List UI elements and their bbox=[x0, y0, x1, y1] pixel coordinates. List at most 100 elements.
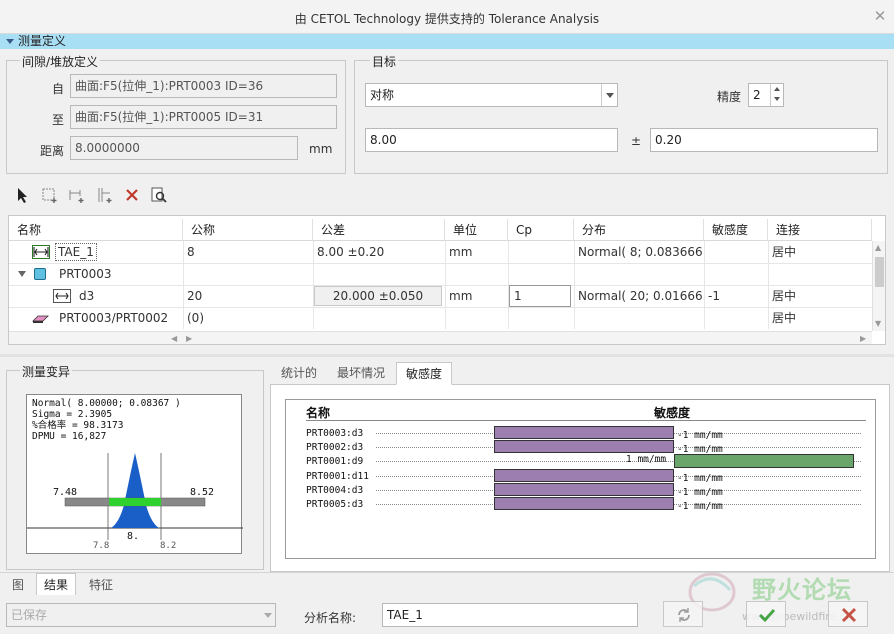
col-header-distribution[interactable]: 分布 bbox=[574, 219, 704, 241]
target-type-select[interactable]: 对称 bbox=[365, 83, 618, 107]
add-link-icon[interactable] bbox=[67, 185, 87, 205]
upper-limit-label: 8.52 bbox=[190, 487, 215, 498]
nominal-input[interactable]: 8.00 bbox=[365, 128, 618, 152]
col-header-cp[interactable]: Cp bbox=[508, 219, 574, 241]
tolerance-table: 名称 公称 公差 单位 Cp 分布 敏感度 连接 TAE_1 8 8.00 ±0… bbox=[8, 215, 886, 345]
precision-spin-buttons[interactable] bbox=[770, 84, 783, 106]
expand-arrow-icon[interactable] bbox=[18, 271, 26, 277]
add-stack-icon[interactable] bbox=[95, 185, 115, 205]
watermark-title: 野火论坛 bbox=[752, 576, 852, 604]
distance-label: 距离 bbox=[40, 144, 65, 158]
distance-field: 8.0000000 bbox=[70, 136, 298, 160]
row-sensitivity: -1 bbox=[708, 289, 720, 303]
select-arrow-icon[interactable] bbox=[13, 185, 33, 205]
precision-label: 精度 bbox=[717, 90, 742, 104]
table-row[interactable]: TAE_1 8 8.00 ±0.20 mm Normal( 8; 0.08366… bbox=[9, 241, 872, 263]
sensitivity-row-name: PRT0001:d11 bbox=[306, 470, 369, 482]
close-icon[interactable]: ✕ bbox=[872, 8, 888, 24]
ok-button[interactable] bbox=[746, 601, 786, 627]
tab-result[interactable]: 结果 bbox=[36, 573, 76, 595]
table-row[interactable]: PRT0003 bbox=[9, 263, 872, 285]
cancel-x-icon bbox=[841, 607, 857, 623]
scroll-left-icon[interactable]: ◀ bbox=[171, 334, 177, 343]
row-tolerance-field[interactable]: 20.000 ±0.050 bbox=[314, 286, 442, 306]
to-field[interactable]: 曲面:F5(拉伸_1):PRT0005 ID=31 bbox=[70, 105, 337, 129]
sensitivity-row-name: PRT0001:d9 bbox=[306, 456, 364, 468]
target-group-label: 目标 bbox=[370, 53, 399, 70]
axis-tick: 7.8 bbox=[93, 541, 110, 551]
saved-state-select[interactable]: 已保存 bbox=[6, 603, 276, 627]
table-row[interactable]: PRT0003/PRT0002 (0) 居中 bbox=[9, 307, 872, 329]
sensitivity-bar bbox=[494, 482, 674, 496]
row-name: PRT0003 bbox=[59, 267, 112, 281]
row-nominal: (0) bbox=[187, 311, 204, 325]
row-connection: 居中 bbox=[772, 289, 797, 303]
sensitivity-bar-label: 1 mm/mm bbox=[626, 454, 667, 466]
from-field[interactable]: 曲面:F5(拉伸_1):PRT0003 ID=36 bbox=[70, 74, 337, 98]
axis-tick: 8. bbox=[127, 531, 140, 542]
col-header-unit[interactable]: 单位 bbox=[445, 219, 508, 241]
main-horizontal-scrollbar[interactable]: ▶ ▶ bbox=[183, 331, 872, 344]
preview-icon[interactable] bbox=[149, 185, 169, 205]
variation-chart: Normal( 8.00000; 0.08367 ) Sigma = 2.390… bbox=[26, 394, 243, 554]
add-dimension-icon[interactable] bbox=[40, 185, 60, 205]
analysis-name-input[interactable]: TAE_1 bbox=[382, 603, 638, 627]
saved-state-value: 已保存 bbox=[11, 608, 48, 622]
spin-down-icon[interactable] bbox=[774, 97, 780, 101]
spin-up-icon[interactable] bbox=[774, 87, 780, 91]
sens-col-sensitivity: 敏感度 bbox=[654, 406, 691, 420]
row-distribution: Normal( 20; 0.01666... bbox=[578, 289, 704, 303]
lower-limit-label: 7.48 bbox=[53, 487, 78, 498]
col-header-name[interactable]: 名称 bbox=[9, 219, 183, 241]
col-header-nominal[interactable]: 公称 bbox=[183, 219, 313, 241]
tab-statistics[interactable]: 统计的 bbox=[274, 362, 324, 384]
sensitivity-chart: 名称 敏感度 PRT0003:d3 -1 mm/mm PRT0002:d3 -1 mm… bbox=[285, 399, 876, 559]
distance-unit: mm bbox=[309, 142, 333, 156]
collapse-arrow-icon[interactable] bbox=[6, 39, 14, 44]
sensitivity-row: PRT0005:d3 -1 mm/mm bbox=[286, 497, 877, 512]
sensitivity-row: PRT0003:d3 -1 mm/mm bbox=[286, 426, 877, 441]
scroll-right-icon[interactable]: ▶ bbox=[186, 334, 192, 343]
sens-col-name: 名称 bbox=[306, 406, 331, 420]
scroll-up-icon[interactable]: ▲ bbox=[875, 243, 881, 252]
to-label: 至 bbox=[52, 113, 65, 127]
part-icon bbox=[34, 268, 46, 280]
target-type-dropdown-button[interactable] bbox=[601, 84, 617, 106]
plus-minus-symbol: ± bbox=[631, 134, 642, 148]
cancel-button[interactable] bbox=[828, 601, 868, 627]
tab-graph[interactable]: 图 bbox=[4, 574, 32, 596]
tolerance-input[interactable]: 0.20 bbox=[650, 128, 878, 152]
row-name: TAE_1 bbox=[55, 243, 97, 261]
row-cp-input[interactable]: 1 bbox=[509, 285, 571, 307]
scroll-thumb[interactable] bbox=[875, 257, 884, 287]
table-row[interactable]: d3 20 20.000 ±0.050 mm 1 Normal( 20; 0.0… bbox=[9, 285, 872, 307]
window-title: 由 CETOL Technology 提供支持的 Tolerance Analy… bbox=[294, 12, 600, 26]
row-tolerance: 8.00 ±0.20 bbox=[317, 245, 385, 259]
sensitivity-row-name: PRT0003:d3 bbox=[306, 428, 364, 439]
col-header-sensitivity[interactable]: 敏感度 bbox=[704, 219, 768, 241]
analysis-name-label: 分析名称: bbox=[304, 611, 357, 625]
repeat-button[interactable] bbox=[663, 601, 703, 627]
section-header[interactable] bbox=[0, 34, 894, 49]
check-icon bbox=[758, 608, 776, 623]
tab-feature[interactable]: 特征 bbox=[80, 574, 122, 596]
col-header-connection[interactable]: 连接 bbox=[768, 219, 872, 241]
tab-worst-case[interactable]: 最坏情况 bbox=[330, 362, 392, 384]
sensitivity-bar bbox=[494, 440, 674, 454]
scroll-down-icon[interactable]: ▼ bbox=[875, 319, 881, 328]
splitter[interactable] bbox=[0, 354, 894, 357]
scroll-right-end-icon[interactable]: ▶ bbox=[860, 334, 866, 343]
measure-icon bbox=[32, 245, 50, 259]
left-horizontal-scrollbar[interactable]: ◀ bbox=[9, 331, 183, 344]
refresh-icon bbox=[678, 608, 690, 622]
vertical-scrollbar[interactable]: ▲ ▼ bbox=[872, 241, 885, 331]
row-nominal: 20 bbox=[187, 289, 203, 303]
delete-icon[interactable] bbox=[122, 185, 142, 205]
target-type-value: 对称 bbox=[370, 88, 395, 102]
dimension-icon bbox=[53, 289, 71, 303]
tab-sensitivity[interactable]: 敏感度 bbox=[396, 362, 452, 385]
col-header-tolerance[interactable]: 公差 bbox=[313, 219, 445, 241]
section-title: 测量定义 bbox=[18, 34, 67, 48]
chevron-down-icon[interactable] bbox=[264, 613, 272, 618]
row-unit: mm bbox=[449, 245, 473, 259]
